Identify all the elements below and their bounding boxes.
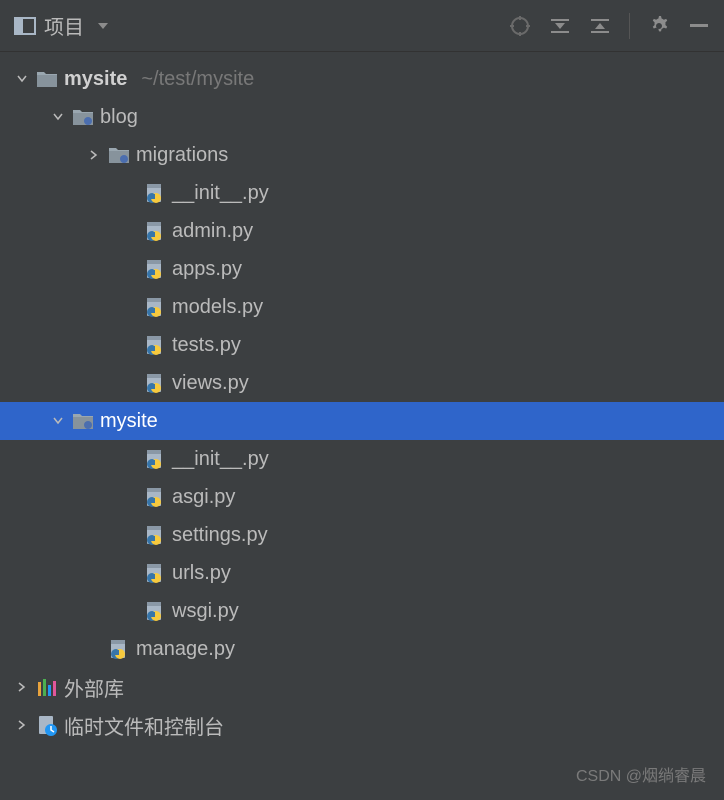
tree-node-scratches[interactable]: 临时文件和控制台	[0, 706, 724, 744]
panel-title: 项目	[44, 11, 84, 40]
node-path: ~/test/mysite	[141, 68, 254, 91]
python-file-icon	[144, 296, 166, 318]
node-label: views.py	[172, 372, 249, 395]
tree-file[interactable]: settings.py	[0, 516, 724, 554]
tree-file[interactable]: tests.py	[0, 326, 724, 364]
python-file-icon	[144, 562, 166, 584]
node-label: mysite	[100, 410, 158, 433]
node-label: __init__.py	[172, 182, 269, 205]
tree-node-migrations[interactable]: migrations	[0, 136, 724, 174]
folder-icon	[108, 144, 130, 166]
node-label: apps.py	[172, 258, 242, 281]
folder-icon	[72, 410, 94, 432]
tree-file[interactable]: urls.py	[0, 554, 724, 592]
watermark: CSDN @烟绱睿晨	[576, 762, 706, 786]
node-label: admin.py	[172, 220, 253, 243]
tree-file[interactable]: views.py	[0, 364, 724, 402]
python-file-icon	[144, 220, 166, 242]
chevron-down-icon[interactable]	[50, 413, 66, 429]
node-label: 临时文件和控制台	[64, 711, 224, 740]
node-label: settings.py	[172, 524, 268, 547]
tree-file-manage[interactable]: manage.py	[0, 630, 724, 668]
tree-file[interactable]: __init__.py	[0, 174, 724, 212]
folder-icon	[72, 106, 94, 128]
node-label: __init__.py	[172, 448, 269, 471]
node-label: blog	[100, 106, 138, 129]
tree-node-root[interactable]: mysite ~/test/mysite	[0, 60, 724, 98]
chevron-down-icon[interactable]	[50, 109, 66, 125]
project-tree: mysite ~/test/mysite blog migrations __i…	[0, 52, 724, 744]
node-label: manage.py	[136, 638, 235, 661]
tree-node-external-libs[interactable]: 外部库	[0, 668, 724, 706]
tree-file[interactable]: asgi.py	[0, 478, 724, 516]
python-file-icon	[144, 600, 166, 622]
node-label: asgi.py	[172, 486, 235, 509]
scratches-icon	[36, 714, 58, 736]
node-label: tests.py	[172, 334, 241, 357]
node-label: migrations	[136, 144, 228, 167]
library-icon	[36, 676, 58, 698]
python-file-icon	[144, 486, 166, 508]
node-label: wsgi.py	[172, 600, 239, 623]
collapse-all-icon[interactable]	[589, 15, 611, 37]
tree-file[interactable]: apps.py	[0, 250, 724, 288]
tree-file[interactable]: wsgi.py	[0, 592, 724, 630]
chevron-right-icon[interactable]	[14, 717, 30, 733]
tree-file[interactable]: admin.py	[0, 212, 724, 250]
node-label: models.py	[172, 296, 263, 319]
expand-all-icon[interactable]	[549, 15, 571, 37]
settings-icon[interactable]	[648, 15, 670, 37]
node-label: 外部库	[64, 673, 124, 702]
python-file-icon	[144, 524, 166, 546]
dropdown-icon[interactable]	[98, 23, 108, 29]
minimize-icon[interactable]	[688, 15, 710, 37]
chevron-right-icon[interactable]	[14, 679, 30, 695]
python-file-icon	[144, 372, 166, 394]
python-file-icon	[144, 334, 166, 356]
python-file-icon	[144, 182, 166, 204]
toolbar-divider	[629, 13, 630, 39]
node-label: urls.py	[172, 562, 231, 585]
panel-icon	[14, 17, 36, 35]
chevron-down-icon[interactable]	[14, 71, 30, 87]
node-label: mysite	[64, 68, 127, 91]
python-file-icon	[108, 638, 130, 660]
python-file-icon	[144, 448, 166, 470]
tree-node-mysite-pkg[interactable]: mysite	[0, 402, 724, 440]
tree-file[interactable]: models.py	[0, 288, 724, 326]
project-toolbar: 项目	[0, 0, 724, 52]
locate-icon[interactable]	[509, 15, 531, 37]
tree-node-blog[interactable]: blog	[0, 98, 724, 136]
chevron-right-icon[interactable]	[86, 147, 102, 163]
python-file-icon	[144, 258, 166, 280]
folder-icon	[36, 68, 58, 90]
tree-file[interactable]: __init__.py	[0, 440, 724, 478]
